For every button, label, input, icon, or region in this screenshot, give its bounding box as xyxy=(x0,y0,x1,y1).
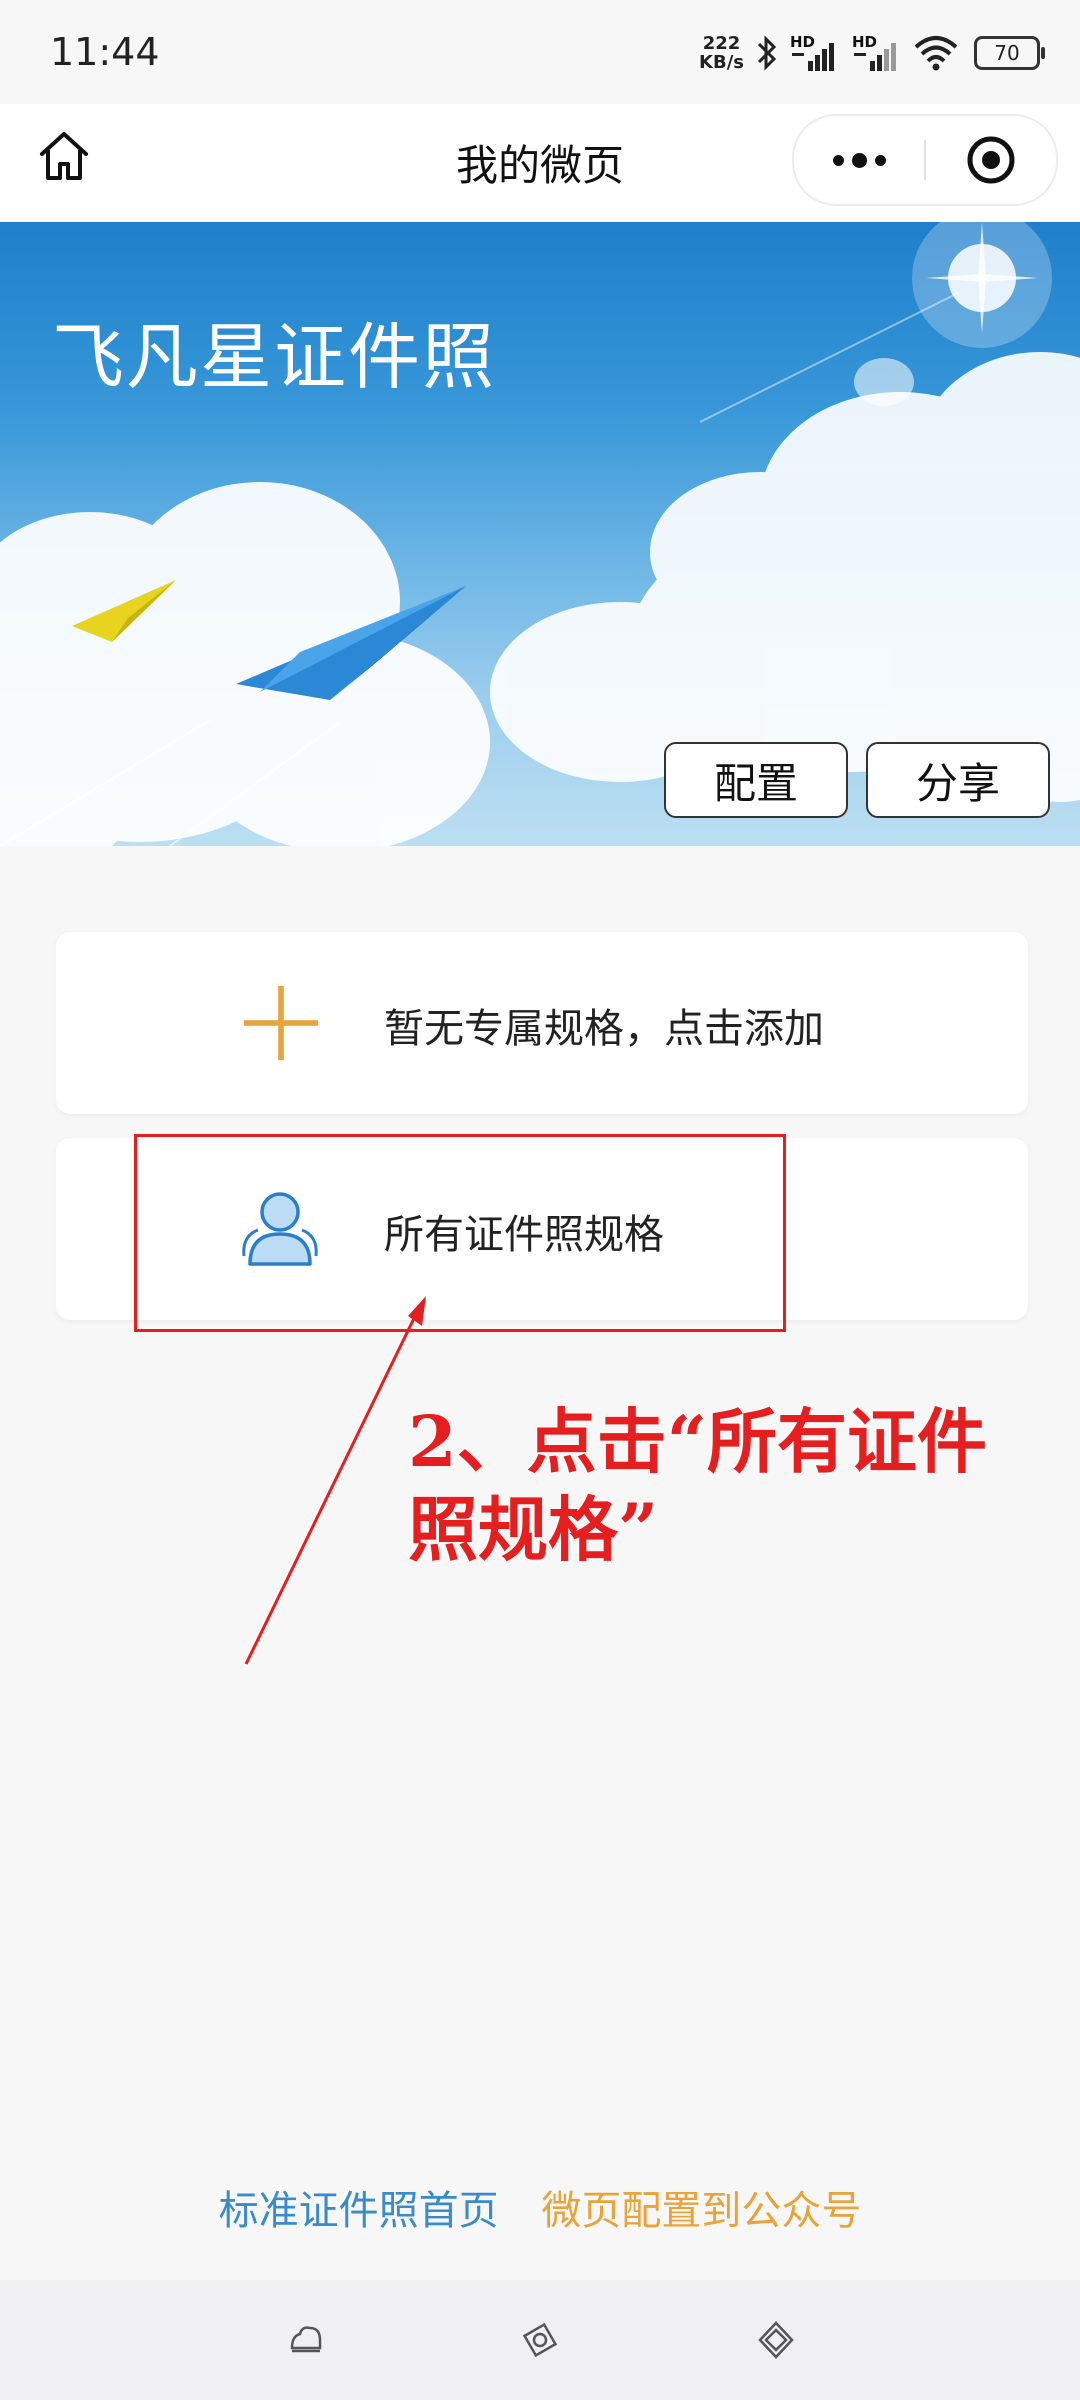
footer-links: 标准证件照首页 微页配置到公众号 xyxy=(0,2178,1080,2236)
back-nav-icon[interactable] xyxy=(756,2320,796,2360)
standard-id-photo-home-link[interactable]: 标准证件照首页 xyxy=(219,2188,499,2234)
system-navigation-bar xyxy=(0,2280,1080,2400)
home-nav-icon[interactable] xyxy=(520,2320,560,2360)
recents-icon[interactable] xyxy=(286,2320,326,2360)
config-to-official-account-link[interactable]: 微页配置到公众号 xyxy=(541,2188,861,2234)
annotation-text: 2、点击“所有证件照规格” xyxy=(408,1400,987,1571)
